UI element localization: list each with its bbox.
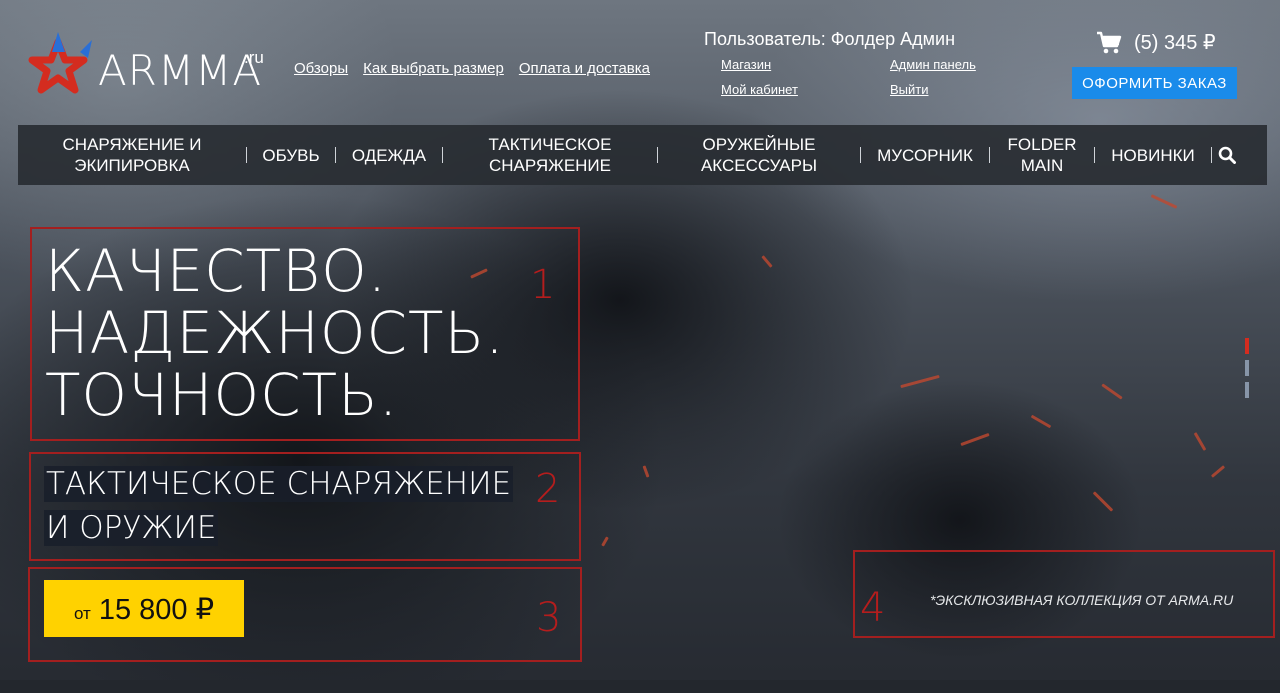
nav-item-folder-main[interactable]: FOLDER MAIN <box>990 134 1094 176</box>
subhead-line: ТАКТИЧЕСКОЕ СНАРЯЖЕНИЕ <box>44 466 514 502</box>
logo-wordmark: ARMMA <box>98 46 263 95</box>
logo-tld: .ru <box>244 48 264 67</box>
headline-line: ТОЧНОСТЬ. <box>45 361 399 429</box>
nav-item-weapon-accessories[interactable]: ОРУЖЕЙНЫЕ АКСЕССУАРЫ <box>658 134 860 176</box>
logo-star-icon <box>28 32 92 94</box>
page-bottom-strip <box>0 680 1280 693</box>
slider-pagination <box>1245 338 1249 404</box>
exclusive-collection-note: *ЭКСКЛЮЗИВНАЯ КОЛЛЕКЦИЯ ОТ ARMA.RU <box>930 592 1234 608</box>
cart[interactable]: (5) 345 ₽ <box>1096 30 1216 55</box>
nav-item-new[interactable]: НОВИНКИ <box>1095 145 1211 166</box>
cart-summary: (5) 345 ₽ <box>1134 32 1216 54</box>
slider-dot[interactable] <box>1245 382 1249 398</box>
user-name: Пользователь: Фолдер Админ <box>704 29 956 49</box>
link-admin-panel[interactable]: Админ панель <box>890 57 976 72</box>
annotation-number-3: 3 <box>536 595 562 641</box>
hero-headline: КАЧЕСТВО. НАДЕЖНОСТЬ. ТОЧНОСТЬ. <box>45 240 505 426</box>
headline-line: НАДЕЖНОСТЬ. <box>45 299 505 367</box>
nav-item-tactical-gear[interactable]: ТАКТИЧЕСКОЕ СНАРЯЖЕНИЕ <box>443 134 657 176</box>
headline-line: КАЧЕСТВО. <box>45 237 388 305</box>
search-icon <box>1218 146 1236 164</box>
cart-icon <box>1097 31 1122 53</box>
slider-dot[interactable] <box>1245 360 1249 376</box>
link-size-guide[interactable]: Как выбрать размер <box>363 60 504 77</box>
price-prefix: от <box>73 604 91 623</box>
link-logout[interactable]: Выйти <box>890 82 929 97</box>
link-payment-delivery[interactable]: Оплата и доставка <box>519 60 650 77</box>
site-logo[interactable]: ARMMA .ru <box>22 30 272 100</box>
subhead-line: И ОРУЖИЕ <box>44 510 219 546</box>
link-shop[interactable]: Магазин <box>721 57 771 72</box>
link-reviews[interactable]: Обзоры <box>294 60 348 77</box>
main-nav: СНАРЯЖЕНИЕ И ЭКИПИРОВКА ОБУВЬ ОДЕЖДА ТАК… <box>18 125 1267 185</box>
slider-dot[interactable] <box>1245 338 1249 354</box>
search-button[interactable] <box>1212 146 1242 164</box>
annotation-number-4: 4 <box>860 585 886 631</box>
nav-item-trash[interactable]: МУСОРНИК <box>861 145 989 166</box>
price-button[interactable]: от 15 800 ₽ <box>44 580 244 637</box>
price-value: 15 800 ₽ <box>98 594 215 626</box>
nav-item-footwear[interactable]: ОБУВЬ <box>247 145 335 166</box>
hero-subheading: ТАКТИЧЕСКОЕ СНАРЯЖЕНИЕ И ОРУЖИЕ <box>44 462 514 550</box>
nav-item-equipment[interactable]: СНАРЯЖЕНИЕ И ЭКИПИРОВКА <box>18 134 246 176</box>
top-links: Обзоры Как выбрать размер Оплата и доста… <box>294 60 650 77</box>
link-my-account[interactable]: Мой кабинет <box>721 82 798 97</box>
annotation-number-1: 1 <box>530 262 556 308</box>
checkout-button[interactable]: ОФОРМИТЬ ЗАКАЗ <box>1072 67 1237 99</box>
nav-item-clothing[interactable]: ОДЕЖДА <box>336 145 442 166</box>
annotation-number-2: 2 <box>535 466 561 512</box>
